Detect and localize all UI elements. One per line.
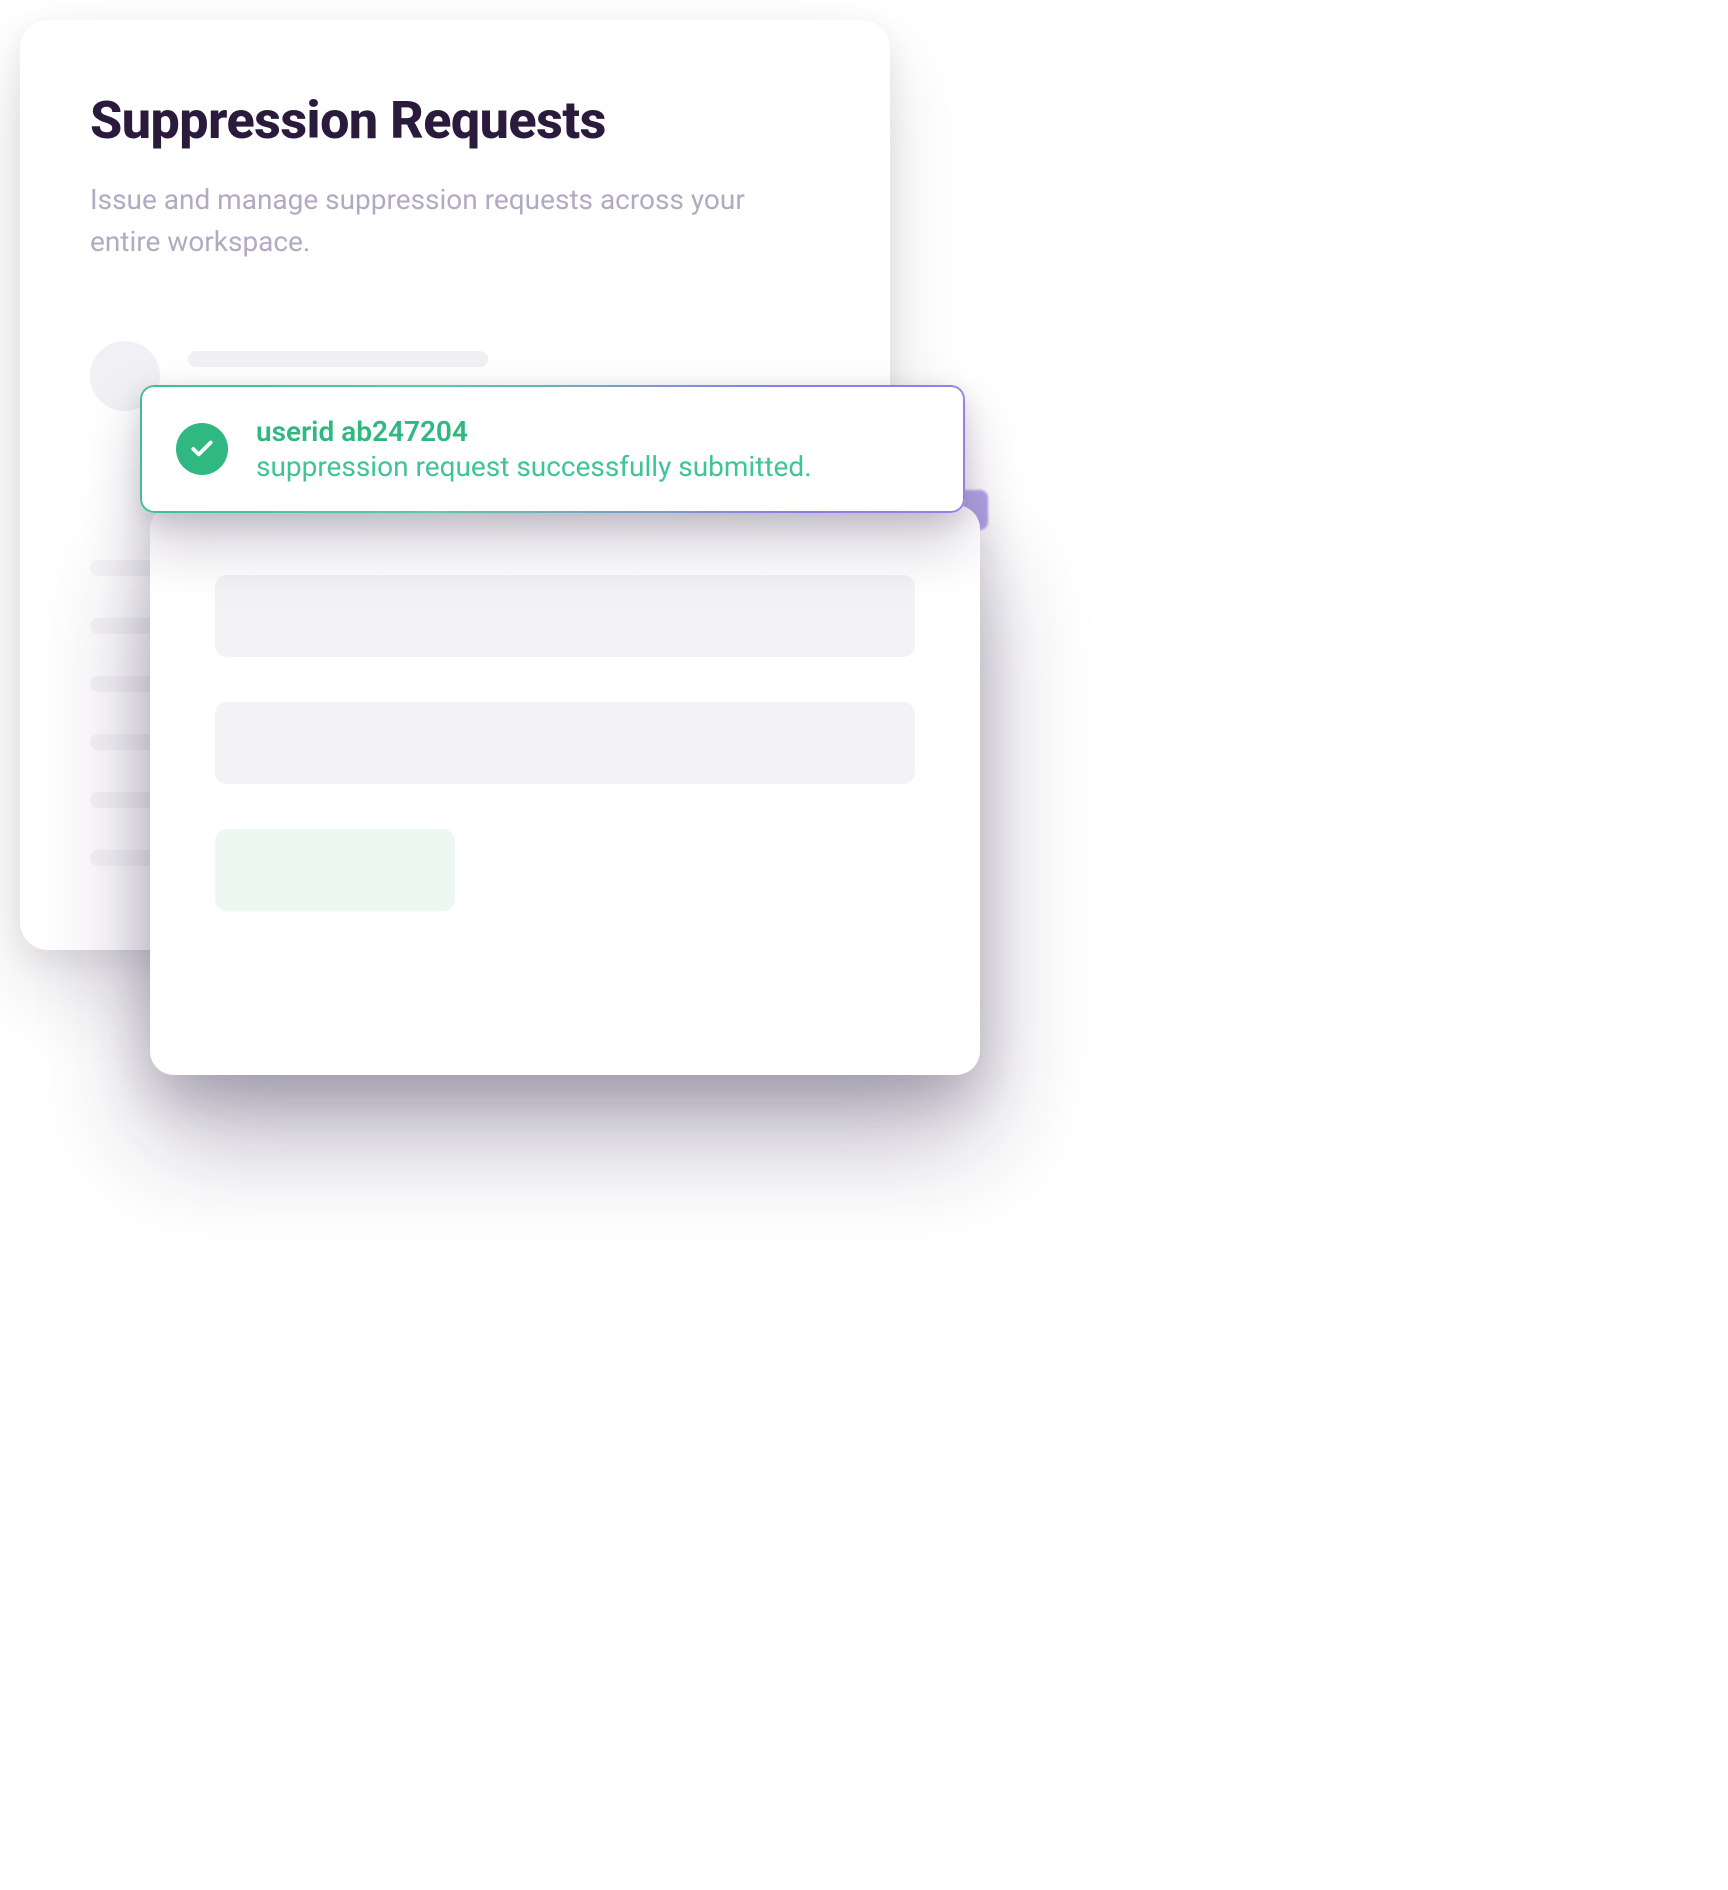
page-subtitle: Issue and manage suppression requests ac… [90,179,770,263]
toast-content: userid ab247204 suppression request succ… [256,415,812,483]
page-title: Suppression Requests [90,90,820,151]
submit-button-placeholder[interactable] [215,829,455,911]
toast-message: suppression request successfully submitt… [256,450,812,483]
form-card [150,505,980,1075]
suppression-requests-mockup: Suppression Requests Issue and manage su… [0,0,1060,1140]
success-toast: userid ab247204 suppression request succ… [140,385,965,513]
check-circle-icon [176,423,228,475]
toast-title: userid ab247204 [256,415,812,448]
input-placeholder[interactable] [215,575,915,657]
skeleton-line [188,351,488,367]
input-placeholder[interactable] [215,702,915,784]
